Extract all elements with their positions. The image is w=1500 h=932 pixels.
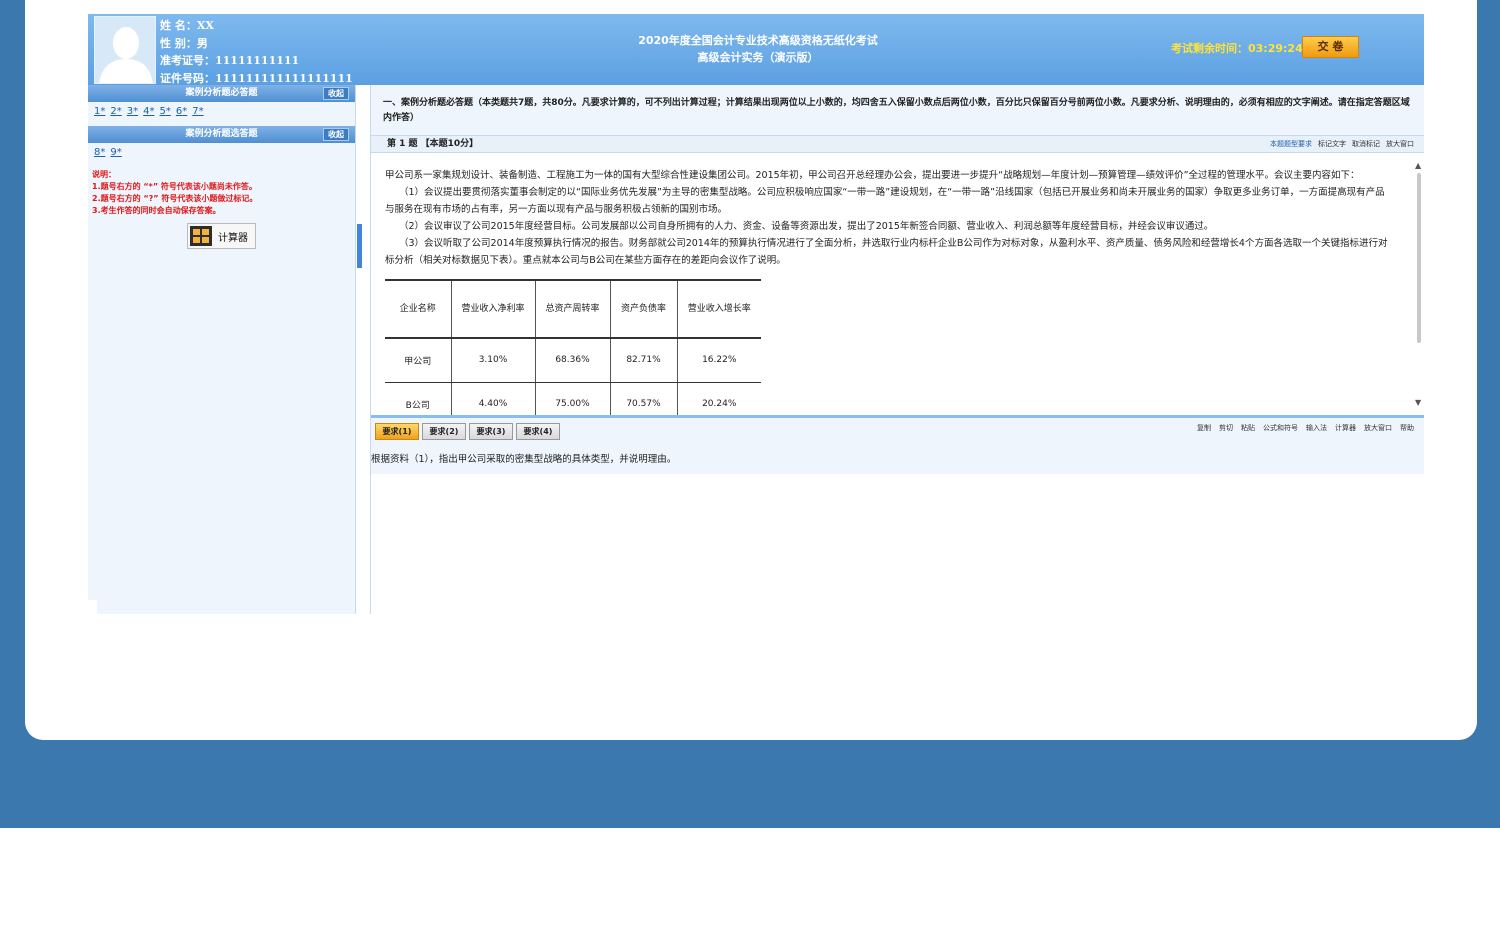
answer-calculator-button[interactable]: 计算器 <box>1335 423 1356 433</box>
section-instructions: 一、案例分析题必答题（本类题共7题，共80分。凡要求计算的，可不列出计算过程；计… <box>371 85 1424 135</box>
tab-requirement-1[interactable]: 要求(1) <box>375 423 419 440</box>
enlarge-window-button[interactable]: 放大窗口 <box>1386 136 1414 153</box>
exam-title-line2: 高级会计实务（演示版） <box>697 51 819 64</box>
question-link-5[interactable]: 5* <box>160 106 171 122</box>
table-header-cell: 总资产周转率 <box>535 279 611 339</box>
question-header: 第 1 题 【本题10分】 本题题型要求 标记文字 取消标记 放大窗口 <box>371 135 1424 153</box>
table-cell: 甲公司 <box>385 338 452 383</box>
question-link-7[interactable]: 7* <box>192 106 203 122</box>
question-title: 第 1 题 【本题10分】 <box>387 139 479 149</box>
remaining-time: 考试剩余时间：03:29:24 <box>1171 42 1303 55</box>
table-row: B公司 4.40% 75.00% 70.57% 20.24% <box>385 382 761 415</box>
question-link-8[interactable]: 8* <box>94 147 105 163</box>
question-link-9[interactable]: 9* <box>110 147 121 163</box>
question-link-2[interactable]: 2* <box>110 106 121 122</box>
exam-title: 2020年度全国会计专业技术高级资格无纸化考试 高级会计实务（演示版） <box>508 32 1008 66</box>
scroll-down-arrow-icon[interactable]: ▼ <box>1415 398 1421 407</box>
question-link-4[interactable]: 4* <box>143 106 154 122</box>
table-header-cell: 企业名称 <box>385 279 452 339</box>
question-paragraph: （1）会议提出要贯彻落实董事会制定的以“国际业务优先发展”为主导的密集型战略。公… <box>385 187 1385 215</box>
question-paragraph: （2）会议审议了公司2015年度经营目标。公司发展部以公司自身所拥有的人力、资金… <box>399 221 1214 232</box>
calculator-button[interactable]: 计算器 <box>187 223 256 249</box>
exam-title-line1: 2020年度全国会计专业技术高级资格无纸化考试 <box>638 34 878 47</box>
candidate-gender: 性 别：男 <box>160 36 208 50</box>
copy-button[interactable]: 复制 <box>1197 423 1211 433</box>
question-paragraph: （3）会议听取了公司2014年度预算执行情况的报告。财务部就公司2014年的预算… <box>385 238 1388 266</box>
table-cell: 68.36% <box>535 338 611 383</box>
candidate-info: 姓 名：XX 性 别：男 准考证号：11111111111 证件号码：11111… <box>160 17 353 87</box>
collapse-button[interactable]: 收起 <box>323 128 349 141</box>
table-cell: 20.24% <box>677 382 761 415</box>
table-header-row: 企业名称 营业收入净利率 总资产周转率 资产负债率 营业收入增长率 <box>385 279 761 339</box>
panel-bottom <box>97 600 356 614</box>
candidate-admission-no: 准考证号：11111111111 <box>160 54 300 67</box>
section-header-optional: 案例分析题选答题 收起 <box>88 126 355 143</box>
table-cell: B公司 <box>385 382 452 415</box>
cut-button[interactable]: 剪切 <box>1219 423 1233 433</box>
question-link-3[interactable]: 3* <box>127 106 138 122</box>
unmark-button[interactable]: 取消标记 <box>1352 136 1380 153</box>
answer-enlarge-button[interactable]: 放大窗口 <box>1364 423 1392 433</box>
optional-question-list: 8* 9* <box>88 143 355 167</box>
table-header-cell: 营业收入净利率 <box>451 279 536 339</box>
question-scrollbar[interactable]: ▲ ▼ <box>1414 161 1424 407</box>
scrollbar-thumb[interactable] <box>1417 173 1421 343</box>
benchmark-table: 企业名称 营业收入净利率 总资产周转率 资产负债率 营业收入增长率 甲公司 3.… <box>385 279 761 415</box>
table-cell: 70.57% <box>610 382 678 415</box>
question-link-1[interactable]: 1* <box>94 106 105 122</box>
question-panel: 一、案例分析题必答题（本类题共7题，共80分。凡要求计算的，可不列出计算过程；计… <box>370 85 1424 614</box>
requirement-tabs: 要求(1) 要求(2) 要求(3) 要求(4) <box>375 423 560 440</box>
table-cell: 82.71% <box>610 338 678 383</box>
calculator-icon <box>190 226 212 246</box>
user-silhouette-icon <box>95 17 155 83</box>
instructions-note: 说明： 1.题号右方的 “*” 符号代表该小题尚未作答。 2.题号右方的 “?”… <box>92 170 258 215</box>
input-method-button[interactable]: 输入法 <box>1306 423 1327 433</box>
formula-symbol-button[interactable]: 公式和符号 <box>1263 423 1298 433</box>
question-content: 甲公司系一家集规划设计、装备制造、工程施工为一体的国有大型综合性建设集团公司。2… <box>371 153 1424 415</box>
question-link-6[interactable]: 6* <box>176 106 187 122</box>
paste-button[interactable]: 粘贴 <box>1241 423 1255 433</box>
candidate-name: 姓 名：XX <box>160 19 214 32</box>
table-cell: 16.22% <box>677 338 761 383</box>
tab-requirement-2[interactable]: 要求(2) <box>422 423 466 440</box>
table-cell: 3.10% <box>451 338 536 383</box>
table-row: 甲公司 3.10% 68.36% 82.71% 16.22% <box>385 338 761 383</box>
question-toolbar: 本题题型要求 标记文字 取消标记 放大窗口 <box>1270 136 1414 153</box>
collapse-button[interactable]: 收起 <box>323 87 349 100</box>
tab-requirement-4[interactable]: 要求(4) <box>516 423 560 440</box>
exam-window: 姓 名：XX 性 别：男 准考证号：11111111111 证件号码：11111… <box>88 14 1424 614</box>
question-navigator: 案例分析题必答题 收起 1* 2* 3* 4* 5* 6* 7* 案例分析题选答… <box>88 85 356 600</box>
answer-area: 要求(1) 要求(2) 要求(3) 要求(4) 复制 剪切 粘贴 公式和符号 输… <box>371 418 1424 474</box>
table-cell: 4.40% <box>451 382 536 415</box>
candidate-avatar <box>94 16 156 84</box>
help-button[interactable]: 帮助 <box>1400 423 1414 433</box>
question-type-requirement-button[interactable]: 本题题型要求 <box>1270 136 1312 153</box>
submit-exam-button[interactable]: 交 卷 <box>1302 36 1359 58</box>
exam-header: 姓 名：XX 性 别：男 准考证号：11111111111 证件号码：11111… <box>88 14 1424 85</box>
tab-requirement-3[interactable]: 要求(3) <box>469 423 513 440</box>
answer-toolbar: 复制 剪切 粘贴 公式和符号 输入法 计算器 放大窗口 帮助 <box>1197 423 1414 433</box>
panel-splitter-handle[interactable] <box>357 224 362 268</box>
mark-text-button[interactable]: 标记文字 <box>1318 136 1346 153</box>
table-header-cell: 营业收入增长率 <box>677 279 761 339</box>
requirement-text: 根据资料（1），指出甲公司采取的密集型战略的具体类型，并说明理由。 <box>371 454 677 465</box>
section-header-required: 案例分析题必答题 收起 <box>88 85 355 102</box>
question-paragraph: 甲公司系一家集规划设计、装备制造、工程施工为一体的国有大型综合性建设集团公司。2… <box>385 170 1360 181</box>
timer-value: 03:29:24 <box>1248 42 1303 55</box>
table-header-cell: 资产负债率 <box>610 279 678 339</box>
scroll-up-arrow-icon[interactable]: ▲ <box>1415 161 1421 170</box>
required-question-list: 1* 2* 3* 4* 5* 6* 7* <box>88 102 355 126</box>
table-cell: 75.00% <box>535 382 611 415</box>
